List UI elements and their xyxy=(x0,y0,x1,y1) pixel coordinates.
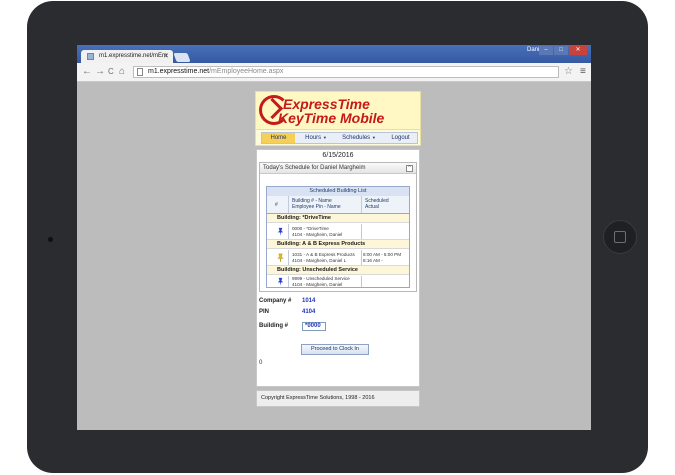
url-domain: m1.expresstime.net xyxy=(148,68,210,75)
building-number-input[interactable]: *0000 xyxy=(302,322,326,331)
browser-menu-icon[interactable]: ≡ xyxy=(580,66,586,77)
schedule-panel-title: Today's Schedule for Daniel Margheim xyxy=(263,165,366,171)
building-group-header: Building: A & B Express Products xyxy=(267,240,409,249)
entry-description: 1031 - A & B Express Products 4104 - Marg… xyxy=(292,252,355,264)
copyright-footer: Copyright ExpressTime Solutions, 1998 - … xyxy=(256,390,420,407)
tab-close-icon[interactable]: ✕ xyxy=(163,50,169,63)
address-bar[interactable]: m1.expresstime.net/mEmployeeHome.aspx xyxy=(133,66,559,78)
home-icon[interactable]: ⌂ xyxy=(119,66,125,78)
entry-line-2: 4104 - Margheim, Daniel xyxy=(292,232,343,237)
nav-schedules-label: Schedules xyxy=(342,135,371,141)
bookmark-star-icon[interactable]: ☆ xyxy=(564,66,573,77)
browser-tab[interactable]: m1.expresstime.net/mEm ✕ xyxy=(81,50,173,63)
favicon-icon xyxy=(87,53,94,60)
col-num-header: # xyxy=(275,202,278,208)
pin-label: PIN xyxy=(259,309,270,315)
proceed-to-clock-in-button[interactable]: Proceed to Clock In xyxy=(301,344,369,355)
url-path: /mEmployeeHome.aspx xyxy=(209,68,284,75)
logo-line-2: KeyTime Mobile xyxy=(278,110,385,126)
tab-title: m1.expresstime.net/mEm xyxy=(99,53,168,59)
window-controls: – □ ✕ xyxy=(539,46,587,55)
content-card: 6/15/2016 Today's Schedule for Daniel Ma… xyxy=(256,149,420,387)
chevron-down-icon: ▼ xyxy=(371,135,376,140)
col-building-header-line2: Employee Pin - Name xyxy=(292,204,341,210)
building-group-header: Building: *DriveTime xyxy=(267,214,409,223)
pushpin-icon xyxy=(277,253,284,262)
camera-dot xyxy=(48,237,53,242)
browser-toolbar: ← → C ⌂ m1.expresstime.net/mEmployeeHome… xyxy=(77,63,591,82)
chevron-down-icon: ▼ xyxy=(322,135,327,140)
entry-schedule: 8:00 AM - 5:00 PM 8:16 AM - xyxy=(363,252,401,264)
divider xyxy=(288,224,289,239)
col-sched-header-line2: Actual xyxy=(365,204,379,210)
divider xyxy=(361,224,362,239)
table-row[interactable]: 1031 - A & B Express Products 4104 - Marg… xyxy=(267,250,409,266)
divider xyxy=(288,196,289,213)
company-label: Company # xyxy=(259,298,292,304)
title-bar: m1.expresstime.net/mEm ✕ Daniel – □ ✕ xyxy=(77,45,591,63)
current-date: 6/15/2016 xyxy=(322,152,354,159)
maximize-button[interactable]: □ xyxy=(554,46,568,55)
nav-bar: Home Hours ▼ Schedules ▼ Logout xyxy=(261,132,418,144)
pushpin-icon xyxy=(277,277,284,286)
schedule-panel-header[interactable]: Today's Schedule for Daniel Margheim ^ xyxy=(260,163,416,174)
tablet-home-button[interactable] xyxy=(603,220,637,254)
pushpin-icon xyxy=(277,227,284,236)
company-value: 1014 xyxy=(302,298,316,304)
forward-arrow-icon[interactable]: → xyxy=(95,66,105,78)
minimize-button[interactable]: – xyxy=(539,46,553,55)
page-icon xyxy=(137,68,143,76)
main-nav: Home Hours ▼ Schedules ▼ Logout xyxy=(255,130,421,146)
divider xyxy=(288,276,289,287)
counter-text: 0 xyxy=(259,360,263,366)
home-square-icon xyxy=(614,231,626,243)
building-group-header: Building: Unscheduled Service xyxy=(267,266,409,275)
divider xyxy=(361,250,362,265)
nav-home[interactable]: Home xyxy=(262,133,295,143)
entry-line-2: 4104 - Margheim, Daniel xyxy=(292,282,343,287)
pin-value: 4104 xyxy=(302,309,316,315)
collapse-toggle-icon[interactable]: ^ xyxy=(406,165,413,172)
divider xyxy=(361,276,362,287)
building-label: Building # xyxy=(259,323,288,329)
browser-window: m1.expresstime.net/mEm ✕ Daniel – □ ✕ ← … xyxy=(77,45,591,430)
close-window-button[interactable]: ✕ xyxy=(569,46,587,55)
entry-description: 0000 - *DriveTime 4104 - Margheim, Daniel xyxy=(292,226,342,238)
new-tab-button[interactable] xyxy=(173,53,191,62)
divider xyxy=(361,196,362,213)
back-arrow-icon[interactable]: ← xyxy=(82,66,92,78)
table-row[interactable]: 9999 - Unscheduled Service 4104 - Marghei… xyxy=(267,276,409,287)
actual-time: 8:16 AM - xyxy=(363,258,383,263)
nav-hours-label: Hours xyxy=(305,135,322,141)
schedule-panel: Today's Schedule for Daniel Margheim ^ S… xyxy=(259,162,417,292)
nav-schedules[interactable]: Schedules ▼ xyxy=(338,133,380,143)
nav-logout[interactable]: Logout xyxy=(384,133,417,143)
reload-icon[interactable]: C xyxy=(108,66,114,78)
table-row[interactable]: 0000 - *DriveTime 4104 - Margheim, Daniel xyxy=(267,224,409,240)
scheduled-building-table: Scheduled Building List # Building # - N… xyxy=(266,186,410,288)
nav-hours[interactable]: Hours ▼ xyxy=(300,133,332,143)
expresstime-logo: ExpressTime KeyTime Mobile xyxy=(255,91,421,130)
entry-line-2: 4104 - Margheim, Daniel L xyxy=(292,258,347,263)
logo-line-1: ExpressTime xyxy=(283,96,370,112)
page-viewport: ExpressTime KeyTime Mobile Home Hours ▼ … xyxy=(77,82,591,430)
entry-description: 9999 - Unscheduled Service 4104 - Marghei… xyxy=(292,276,350,288)
divider xyxy=(288,250,289,265)
